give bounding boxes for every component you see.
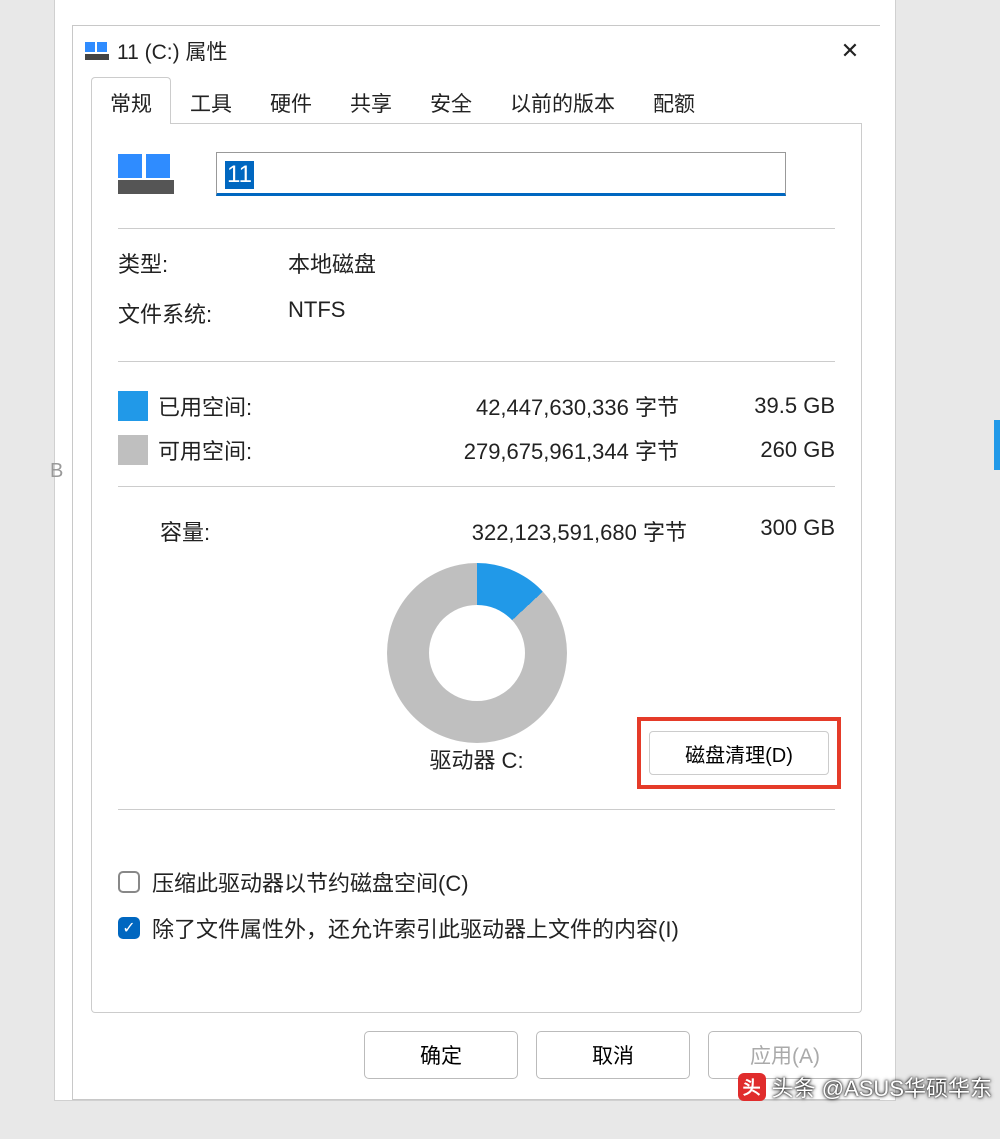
tab-container: 常规 工具 硬件 共享 安全 以前的版本 配额 11 类型: 本地磁盘 文件系统… xyxy=(73,76,880,1013)
compress-option-row[interactable]: 压缩此驱动器以节约磁盘空间(C) xyxy=(118,866,835,898)
drive-large-icon xyxy=(118,154,174,194)
cancel-button[interactable]: 取消 xyxy=(536,1031,690,1079)
titlebar: 11 (C:) 属性 ✕ xyxy=(73,26,880,76)
usage-chart-area: 驱动器 C: 磁盘清理(D) xyxy=(118,563,835,783)
tab-previous-versions[interactable]: 以前的版本 xyxy=(491,77,634,124)
separator xyxy=(118,809,835,810)
used-swatch-icon xyxy=(118,391,148,421)
dialog-button-row: 确定 取消 应用(A) xyxy=(73,1013,880,1099)
drive-name-value: 11 xyxy=(225,161,254,189)
tab-tools[interactable]: 工具 xyxy=(171,77,251,124)
type-label: 类型: xyxy=(118,247,288,279)
used-bytes: 42,447,630,336 字节 xyxy=(306,390,687,422)
free-space-row: 可用空间: 279,675,961,344 字节 260 GB xyxy=(118,428,835,472)
free-bytes: 279,675,961,344 字节 xyxy=(306,434,687,466)
free-swatch-icon xyxy=(118,435,148,465)
filesystem-label: 文件系统: xyxy=(118,297,288,329)
separator xyxy=(118,361,835,362)
drive-name-row: 11 xyxy=(118,152,835,196)
compress-label: 压缩此驱动器以节约磁盘空间(C) xyxy=(152,866,469,898)
used-space-row: 已用空间: 42,447,630,336 字节 39.5 GB xyxy=(118,384,835,428)
used-label: 已用空间: xyxy=(158,390,298,422)
ok-button[interactable]: 确定 xyxy=(364,1031,518,1079)
properties-dialog: 11 (C:) 属性 ✕ 常规 工具 硬件 共享 安全 以前的版本 配额 11 … xyxy=(72,25,880,1100)
tab-quota[interactable]: 配额 xyxy=(634,77,714,124)
capacity-label: 容量: xyxy=(118,515,290,547)
disk-cleanup-button[interactable]: 磁盘清理(D) xyxy=(649,731,829,775)
capacity-gb: 300 GB xyxy=(695,515,835,547)
type-value: 本地磁盘 xyxy=(288,247,835,279)
used-gb: 39.5 GB xyxy=(695,393,835,419)
tab-security[interactable]: 安全 xyxy=(411,77,491,124)
separator xyxy=(118,228,835,229)
usage-donut-chart xyxy=(387,563,567,743)
indexing-label: 除了文件属性外，还允许索引此驱动器上文件的内容(I) xyxy=(152,912,679,944)
drive-info-grid: 类型: 本地磁盘 文件系统: NTFS xyxy=(118,247,835,329)
indexing-option-row[interactable]: ✓ 除了文件属性外，还允许索引此驱动器上文件的内容(I) xyxy=(118,912,835,944)
separator xyxy=(118,486,835,487)
drive-chart-label: 驱动器 C: xyxy=(429,743,523,775)
indexing-checkbox[interactable]: ✓ xyxy=(118,917,140,939)
tab-sharing[interactable]: 共享 xyxy=(331,77,411,124)
filesystem-value: NTFS xyxy=(288,297,835,329)
background-accent-strip xyxy=(994,420,1000,470)
window-title: 11 (C:) 属性 xyxy=(117,36,828,66)
tab-general[interactable]: 常规 xyxy=(91,77,171,124)
apply-button[interactable]: 应用(A) xyxy=(708,1031,862,1079)
capacity-bytes: 322,123,591,680 字节 xyxy=(290,515,695,547)
options-section: 压缩此驱动器以节约磁盘空间(C) ✓ 除了文件属性外，还允许索引此驱动器上文件的… xyxy=(118,852,835,958)
background-character: B xyxy=(50,460,63,483)
tab-hardware[interactable]: 硬件 xyxy=(251,77,331,124)
capacity-row: 容量: 322,123,591,680 字节 300 GB xyxy=(118,505,835,551)
general-panel: 11 类型: 本地磁盘 文件系统: NTFS 已用空间: 42,447,630,… xyxy=(91,124,862,1013)
free-label: 可用空间: xyxy=(158,434,298,466)
space-table: 已用空间: 42,447,630,336 字节 39.5 GB 可用空间: 27… xyxy=(118,384,835,472)
free-gb: 260 GB xyxy=(695,437,835,463)
drive-name-input[interactable]: 11 xyxy=(216,152,786,196)
cleanup-highlight-box: 磁盘清理(D) xyxy=(637,717,841,789)
close-button[interactable]: ✕ xyxy=(828,31,872,71)
tab-strip: 常规 工具 硬件 共享 安全 以前的版本 配额 xyxy=(91,76,862,124)
compress-checkbox[interactable] xyxy=(118,871,140,893)
drive-icon xyxy=(85,42,109,60)
